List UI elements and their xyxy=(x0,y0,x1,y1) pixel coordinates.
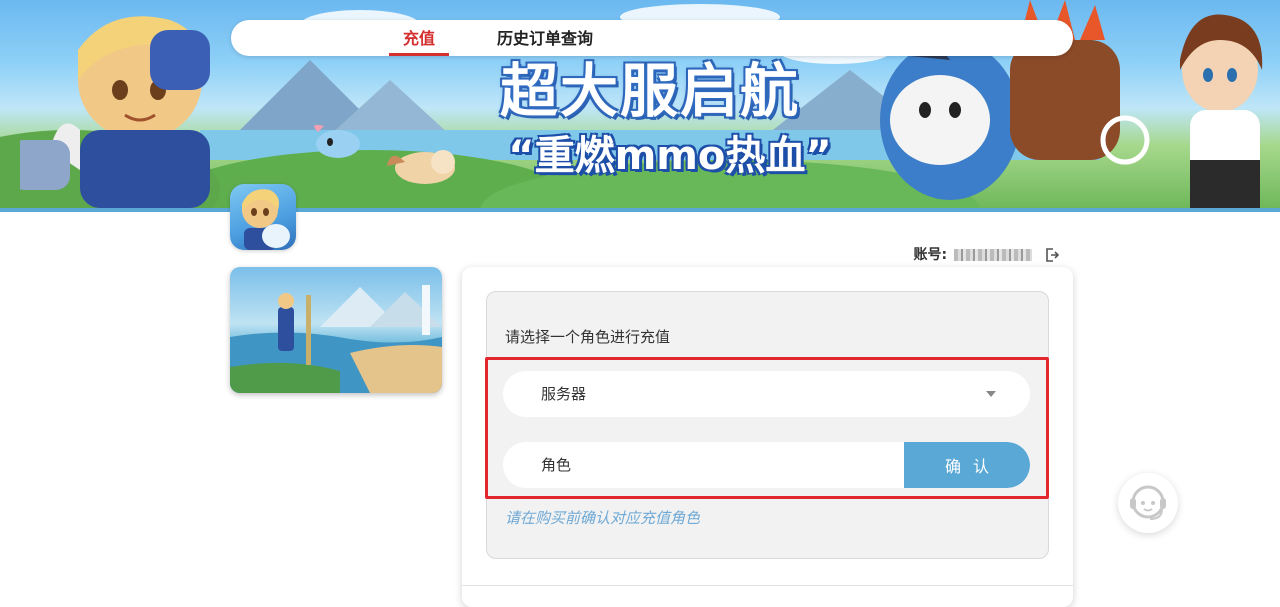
tab-order-history-label: 历史订单查询 xyxy=(497,29,594,48)
tab-recharge-label: 充值 xyxy=(402,29,435,48)
role-select-prompt: 请选择一个角色进行充值 xyxy=(505,328,671,346)
recharge-card: 请选择一个角色进行充值 服务器 确认 请在购买前确认对应充值角色 xyxy=(462,267,1073,607)
account-id-masked xyxy=(953,249,1032,261)
role-input[interactable] xyxy=(503,442,941,488)
hero-character-illustration xyxy=(20,16,210,208)
game-logo-icon xyxy=(242,189,290,250)
landscape-illustration xyxy=(230,285,442,393)
active-tab-indicator xyxy=(389,53,449,56)
confirm-role-hint: 请在购买前确认对应充值角色 xyxy=(505,509,701,527)
top-nav: 充值 历史订单查询 xyxy=(231,20,1073,56)
game-app-icon xyxy=(230,184,296,250)
server-select[interactable]: 服务器 xyxy=(503,371,1030,417)
confirm-button[interactable]: 确认 xyxy=(904,442,1030,488)
banner-subtitle: “重燃mmo热血” xyxy=(508,133,832,179)
role-row: 确认 xyxy=(503,442,1030,488)
bunny-pet-illustration xyxy=(387,150,455,184)
tab-recharge[interactable]: 充值 xyxy=(389,20,449,56)
tab-order-history[interactable]: 历史订单查询 xyxy=(497,20,607,56)
flying-pet-illustration xyxy=(314,124,360,158)
account-label: 账号: xyxy=(913,247,948,263)
account-info: 账号: xyxy=(880,244,1060,266)
banner-title: 超大服启航 xyxy=(499,57,800,125)
customer-service-icon xyxy=(1130,485,1166,520)
server-select-label: 服务器 xyxy=(541,385,587,403)
role-select-panel: 请选择一个角色进行充值 服务器 确认 请在购买前确认对应充值角色 xyxy=(485,291,1049,559)
game-scene-image xyxy=(230,267,442,393)
card-divider xyxy=(462,585,1073,586)
banner-divider xyxy=(0,208,1280,212)
logout-icon[interactable] xyxy=(1044,247,1060,263)
customer-service-button[interactable] xyxy=(1118,473,1178,533)
chevron-down-icon xyxy=(986,391,996,397)
